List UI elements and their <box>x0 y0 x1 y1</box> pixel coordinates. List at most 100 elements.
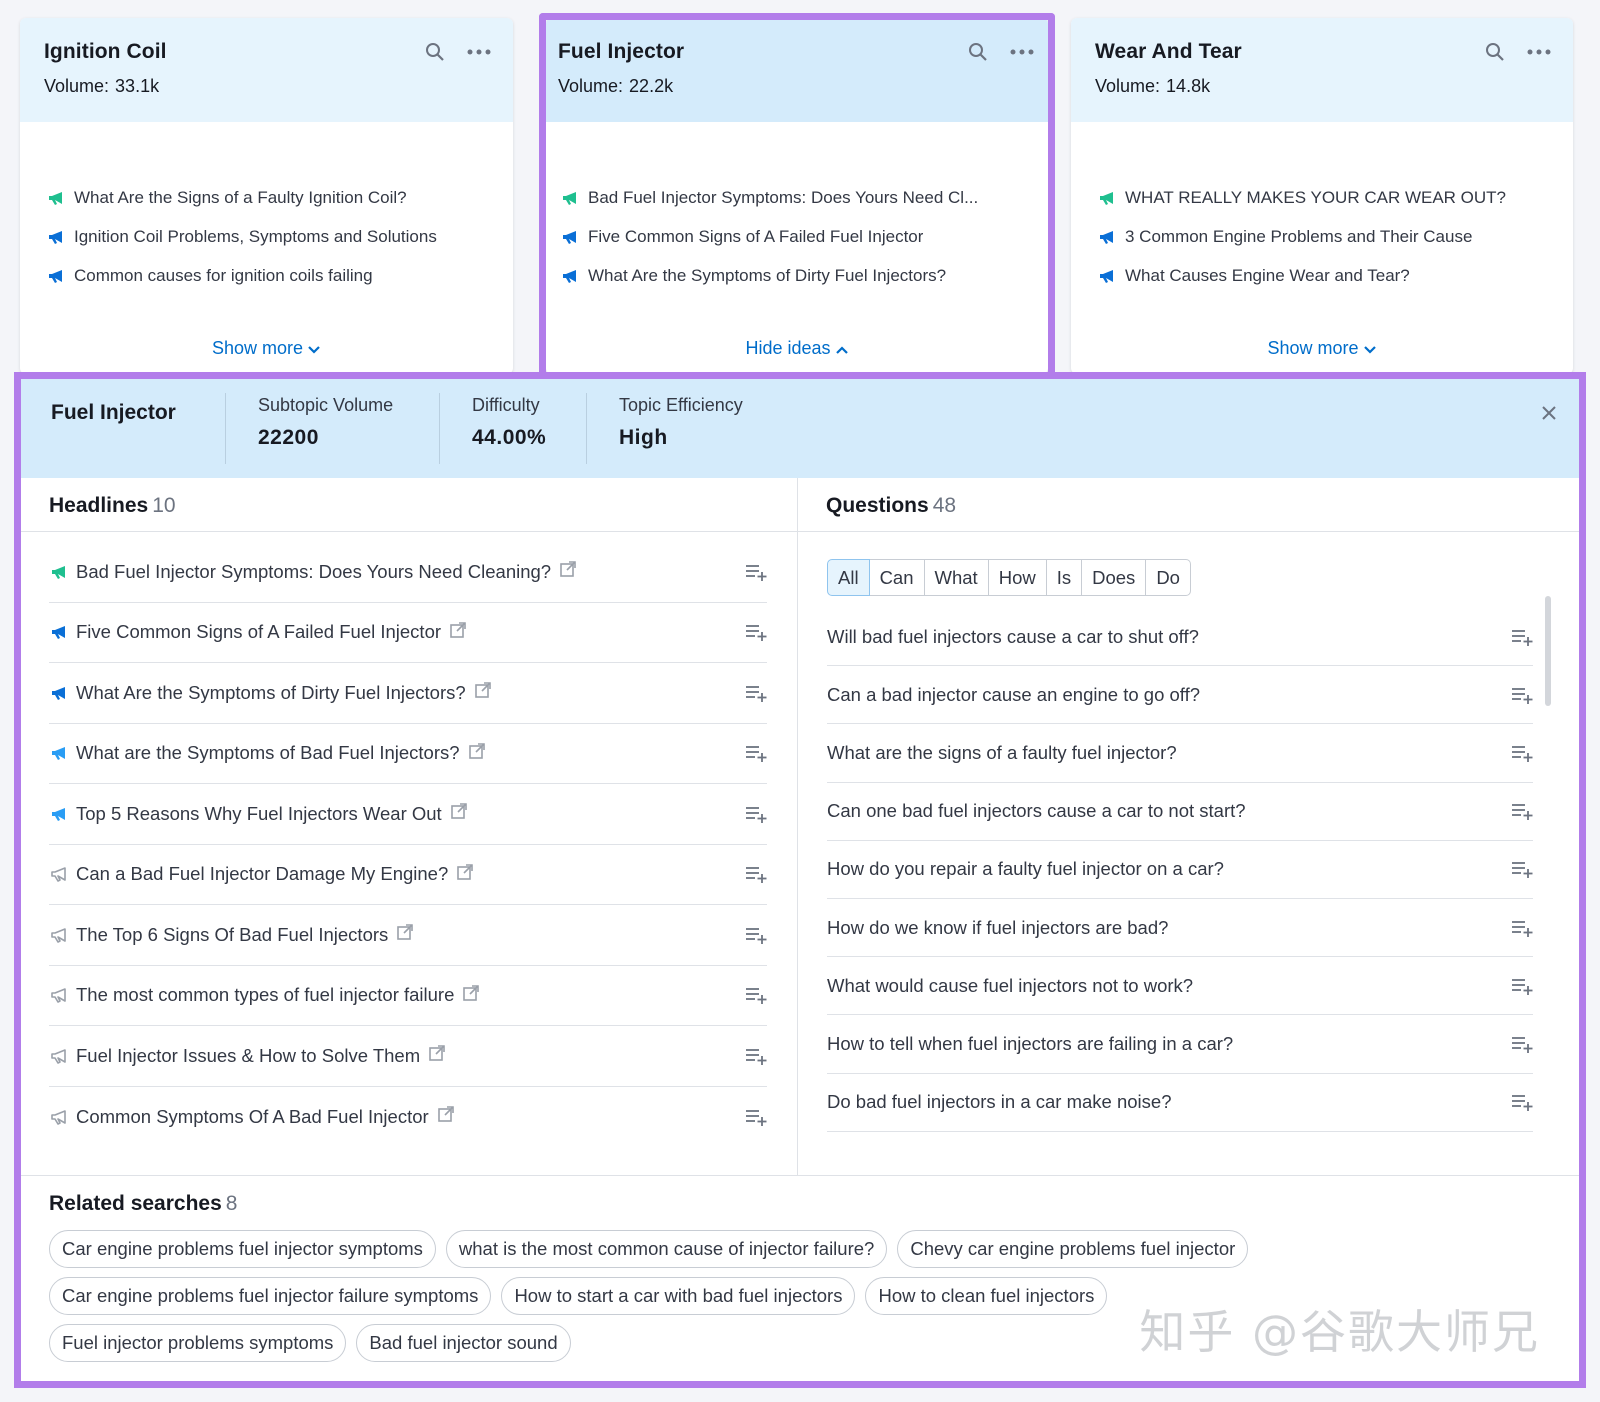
questions-column: Questions 48 All Can What How Is Does Do Will b… <box>798 478 1579 1175</box>
related-search-chip[interactable]: How to start a car with bad fuel injecto… <box>501 1277 856 1315</box>
external-link-icon[interactable] <box>449 621 467 644</box>
megaphone-light-icon <box>49 804 69 824</box>
add-to-list-icon[interactable] <box>745 925 767 950</box>
headline-link[interactable]: The Top 6 Signs Of Bad Fuel Injectors <box>76 924 388 946</box>
filter-do[interactable]: Do <box>1146 559 1191 596</box>
add-to-list-icon[interactable] <box>745 743 767 768</box>
topic-card-ignition-coil[interactable]: Ignition Coil Volume: 33.1k What Are the … <box>20 18 513 374</box>
external-link-icon[interactable] <box>396 923 414 946</box>
filter-is[interactable]: Is <box>1046 559 1083 596</box>
question-row: How to tell when fuel injectors are fail… <box>827 1015 1533 1074</box>
external-link-icon[interactable] <box>462 984 480 1007</box>
headline-row: Top 5 Reasons Why Fuel Injectors Wear Ou… <box>49 784 767 845</box>
related-search-chip[interactable]: Car engine problems fuel injector sympto… <box>49 1230 436 1268</box>
hide-ideas-link[interactable]: Hide ideas <box>546 338 1048 360</box>
add-to-list-icon[interactable] <box>1511 1034 1533 1059</box>
add-to-list-icon[interactable] <box>1511 976 1533 1001</box>
add-to-list-icon[interactable] <box>745 864 767 889</box>
megaphone-blue-icon <box>1097 227 1117 247</box>
close-icon[interactable] <box>1541 405 1557 426</box>
more-options-icon[interactable] <box>1527 49 1551 55</box>
add-to-list-icon[interactable] <box>1511 801 1533 826</box>
headline-link[interactable]: Five Common Signs of A Failed Fuel Injec… <box>76 621 441 643</box>
search-icon[interactable] <box>968 42 988 62</box>
filter-what[interactable]: What <box>924 559 989 596</box>
filter-all[interactable]: All <box>827 559 870 596</box>
add-to-list-icon[interactable] <box>1511 918 1533 943</box>
question-text: What are the signs of a faulty fuel inje… <box>827 741 1177 763</box>
stat-subtopic-volume: Subtopic Volume 22200 <box>225 393 439 464</box>
headline-link[interactable]: Bad Fuel Injector Symptoms: Does Yours N… <box>76 561 551 583</box>
headline-row: Fuel Injector Issues & How to Solve Them <box>49 1026 767 1087</box>
question-row: How do we know if fuel injectors are bad… <box>827 899 1533 958</box>
megaphone-blue-icon <box>49 683 69 703</box>
headline-link[interactable]: What are the Symptoms of Bad Fuel Inject… <box>76 742 460 764</box>
external-link-icon[interactable] <box>456 863 474 886</box>
related-search-chip[interactable]: what is the most common cause of injecto… <box>445 1230 888 1268</box>
show-more-link[interactable]: Show more <box>1071 338 1573 360</box>
list-item: Common causes for ignition coils failing <box>46 256 489 295</box>
question-row: Will bad fuel injectors cause a car to s… <box>827 608 1533 667</box>
more-options-icon[interactable] <box>467 49 491 55</box>
headlines-header: Headlines 10 <box>21 478 797 532</box>
related-search-chip[interactable]: How to clean fuel injectors <box>865 1277 1108 1315</box>
add-to-list-icon[interactable] <box>745 985 767 1010</box>
question-row: Do bad fuel injectors in a car make nois… <box>827 1074 1533 1132</box>
megaphone-blue-icon <box>46 266 66 286</box>
megaphone-green-icon <box>46 188 66 208</box>
add-to-list-icon[interactable] <box>745 683 767 708</box>
headline-link[interactable]: Fuel Injector Issues & How to Solve Them <box>76 1045 420 1067</box>
question-row: How do you repair a faulty fuel injector… <box>827 841 1533 899</box>
headline-link[interactable]: Top 5 Reasons Why Fuel Injectors Wear Ou… <box>76 803 442 825</box>
headline-link[interactable]: Can a Bad Fuel Injector Damage My Engine… <box>76 863 448 885</box>
headline-link[interactable]: What Are the Symptoms of Dirty Fuel Inje… <box>76 682 466 704</box>
filter-can[interactable]: Can <box>869 559 925 596</box>
external-link-icon[interactable] <box>474 681 492 704</box>
search-icon[interactable] <box>425 42 445 62</box>
card-headline-list: What Are the Signs of a Faulty Ignition … <box>20 122 513 295</box>
question-filter-group: All Can What How Is Does Do <box>827 559 1579 596</box>
card-header: Fuel Injector Volume: 22.2k <box>546 18 1048 122</box>
external-link-icon[interactable] <box>559 560 577 583</box>
questions-list: Will bad fuel injectors cause a car to s… <box>798 596 1579 1132</box>
megaphone-gray-icon <box>49 864 69 884</box>
add-to-list-icon[interactable] <box>745 562 767 587</box>
add-to-list-icon[interactable] <box>1511 743 1533 768</box>
add-to-list-icon[interactable] <box>1511 685 1533 710</box>
search-icon[interactable] <box>1485 42 1505 62</box>
filter-how[interactable]: How <box>988 559 1047 596</box>
external-link-icon[interactable] <box>428 1044 446 1067</box>
add-to-list-icon[interactable] <box>745 804 767 829</box>
questions-scrollbar[interactable] <box>1545 596 1551 706</box>
card-header: Wear And Tear Volume: 14.8k <box>1071 18 1573 122</box>
add-to-list-icon[interactable] <box>745 1046 767 1071</box>
external-link-icon[interactable] <box>437 1105 455 1128</box>
more-options-icon[interactable] <box>1010 49 1034 55</box>
related-search-chip[interactable]: Bad fuel injector sound <box>356 1324 571 1362</box>
filter-does[interactable]: Does <box>1082 559 1147 596</box>
megaphone-blue-icon <box>560 227 580 247</box>
show-more-link[interactable]: Show more <box>20 338 513 360</box>
megaphone-gray-icon <box>49 1107 69 1127</box>
external-link-icon[interactable] <box>468 742 486 765</box>
add-to-list-icon[interactable] <box>1511 1092 1533 1117</box>
headline-row: What are the Symptoms of Bad Fuel Inject… <box>49 724 767 784</box>
add-to-list-icon[interactable] <box>1511 627 1533 652</box>
add-to-list-icon[interactable] <box>1511 859 1533 884</box>
topic-card-fuel-injector[interactable]: Fuel Injector Volume: 22.2k Bad Fuel Inje… <box>546 18 1048 374</box>
megaphone-blue-icon <box>49 622 69 642</box>
related-search-chip[interactable]: Chevy car engine problems fuel injector <box>897 1230 1249 1268</box>
external-link-icon[interactable] <box>450 802 468 825</box>
related-search-chip[interactable]: Fuel injector problems symptoms <box>49 1324 347 1362</box>
question-row: Can one bad fuel injectors cause a car t… <box>827 783 1533 841</box>
headline-row: Can a Bad Fuel Injector Damage My Engine… <box>49 845 767 905</box>
related-search-chip[interactable]: Car engine problems fuel injector failur… <box>49 1277 492 1315</box>
panel-header: Fuel Injector Subtopic Volume 22200 Diff… <box>21 379 1579 478</box>
headline-link[interactable]: The most common types of fuel injector f… <box>76 984 454 1006</box>
question-row: Can a bad injector cause an engine to go… <box>827 666 1533 725</box>
topic-card-wear-and-tear[interactable]: Wear And Tear Volume: 14.8k WHAT REALLY M… <box>1071 18 1573 374</box>
question-row: What are the signs of a faulty fuel inje… <box>827 724 1533 783</box>
add-to-list-icon[interactable] <box>745 1107 767 1132</box>
add-to-list-icon[interactable] <box>745 622 767 647</box>
headline-link[interactable]: Common Symptoms Of A Bad Fuel Injector <box>76 1106 429 1128</box>
